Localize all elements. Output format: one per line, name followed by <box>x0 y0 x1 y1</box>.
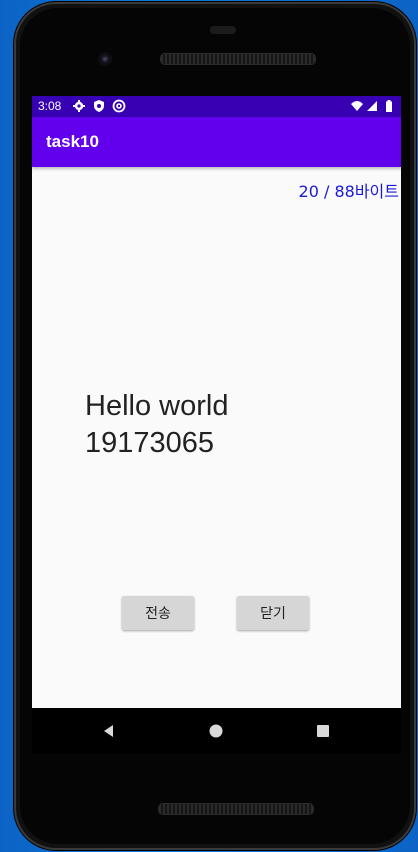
earpiece-slot <box>210 26 236 34</box>
at-sign-icon <box>112 99 126 113</box>
app-title: task10 <box>46 132 99 151</box>
shield-icon <box>94 100 104 112</box>
wifi-icon <box>351 101 363 111</box>
message-text: Hello world 19173065 <box>85 390 229 459</box>
status-time: 3:08 <box>38 99 62 113</box>
bottom-speaker-grille <box>158 803 314 815</box>
battery-icon <box>386 100 392 112</box>
navigation-bar <box>32 708 401 754</box>
back-icon[interactable] <box>100 722 118 740</box>
close-button[interactable]: 닫기 <box>237 596 309 630</box>
send-button[interactable]: 전송 <box>122 596 194 630</box>
front-camera <box>98 52 112 66</box>
top-speaker-grille <box>160 53 316 65</box>
app-bar: task10 <box>32 117 401 167</box>
home-icon[interactable] <box>207 722 225 740</box>
byte-counter: 20 / 88바이트 <box>298 182 399 201</box>
signal-icon <box>367 101 377 111</box>
settings-icon <box>73 100 85 112</box>
status-bar: 3:08 <box>32 96 401 117</box>
recents-icon[interactable] <box>314 722 332 740</box>
app-screen: 3:08 task10 20 / 88바이트 Hello world 19173… <box>32 96 401 708</box>
